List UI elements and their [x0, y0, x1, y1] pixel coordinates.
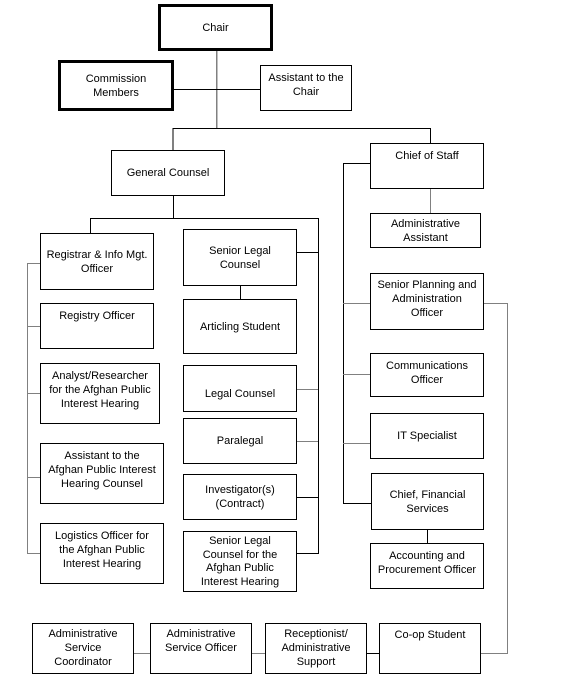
analyst-researcher-box: Analyst/Researcher for the Afghan Public… — [40, 363, 160, 424]
registry-officer-box: Registry Officer — [40, 303, 154, 349]
general-counsel-label: General Counsel — [126, 167, 210, 179]
senior-planning-label: Senior Planning and Administration Offic… — [377, 279, 477, 319]
receptionist-label: Receptionist/ Administrative Support — [281, 628, 351, 668]
communications-officer-label: Communications Officer — [386, 360, 468, 386]
paralegal-box: Paralegal — [183, 418, 297, 464]
chair-box: Chair — [158, 4, 273, 51]
assistant-hearing-counsel-label: Assistant to the Afghan Public Interest … — [48, 450, 156, 490]
admin-service-coordinator-label: Administrative Service Coordinator — [48, 628, 118, 668]
chief-of-staff-box: Chief of Staff — [370, 143, 484, 189]
accounting-procurement-box: Accounting and Procurement Officer — [370, 543, 484, 589]
articling-student-box: Articling Student — [183, 299, 297, 354]
chair-label: Chair — [202, 21, 229, 34]
assistant-hearing-counsel-box: Assistant to the Afghan Public Interest … — [40, 443, 164, 504]
assistant-to-chair-box: Assistant to the Chair — [260, 65, 352, 111]
commission-members-box: Commission Members — [58, 60, 174, 111]
administrative-assistant-label: Administrative Assistant — [390, 217, 461, 244]
assistant-to-chair-label: Assistant to the Chair — [268, 72, 344, 98]
it-specialist-box: IT Specialist — [370, 413, 484, 459]
admin-service-officer-box: Administrative Service Officer — [150, 623, 252, 674]
investigator-label: Investigator(s) (Contract) — [205, 484, 275, 510]
administrative-assistant-box: Administrative Assistant — [370, 213, 481, 248]
org-chart: Chair Commission Members Assistant to th… — [0, 0, 570, 677]
senior-planning-box: Senior Planning and Administration Offic… — [370, 273, 484, 330]
coop-student-box: Co-op Student — [379, 623, 481, 674]
legal-counsel-box: Legal Counsel — [183, 365, 297, 412]
senior-legal-counsel-hearing-label: Senior Legal Counsel for the Afghan Publ… — [200, 535, 280, 588]
accounting-procurement-label: Accounting and Procurement Officer — [377, 550, 477, 576]
admin-service-officer-label: Administrative Service Officer — [165, 628, 237, 654]
left-bus-connector — [27, 263, 40, 554]
senior-legal-counsel-box: Senior Legal Counsel — [183, 229, 297, 286]
registrar-label: Registrar & Info Mgt. Officer — [46, 248, 148, 275]
general-counsel-box: General Counsel — [111, 150, 225, 196]
communications-officer-box: Communications Officer — [370, 353, 484, 397]
analyst-researcher-label: Analyst/Researcher for the Afghan Public… — [49, 370, 151, 410]
cos-bus-connector — [343, 163, 371, 504]
registrar-box: Registrar & Info Mgt. Officer — [40, 233, 154, 290]
admin-service-coordinator-box: Administrative Service Coordinator — [32, 623, 134, 674]
chief-of-staff-label: Chief of Staff — [395, 150, 459, 162]
investigator-box: Investigator(s) (Contract) — [183, 474, 297, 520]
receptionist-box: Receptionist/ Administrative Support — [265, 623, 367, 674]
commission-members-label: Commission Members — [85, 72, 147, 99]
articling-student-label: Articling Student — [199, 320, 281, 333]
it-specialist-label: IT Specialist — [397, 430, 457, 442]
senior-legal-counsel-hearing-box: Senior Legal Counsel for the Afghan Publ… — [183, 531, 297, 592]
planning-bottom-connector — [480, 303, 508, 654]
coop-student-label: Co-op Student — [394, 629, 466, 641]
legal-counsel-label: Legal Counsel — [204, 387, 276, 400]
senior-legal-counsel-label: Senior Legal Counsel — [209, 244, 271, 271]
logistics-officer-label: Logistics Officer for the Afghan Public … — [55, 530, 149, 570]
logistics-officer-box: Logistics Officer for the Afghan Public … — [40, 523, 164, 584]
paralegal-label: Paralegal — [216, 435, 264, 447]
chief-financial-services-box: Chief, Financial Services — [371, 473, 484, 530]
registry-officer-label: Registry Officer — [59, 310, 135, 322]
chief-financial-services-label: Chief, Financial Services — [389, 488, 466, 515]
